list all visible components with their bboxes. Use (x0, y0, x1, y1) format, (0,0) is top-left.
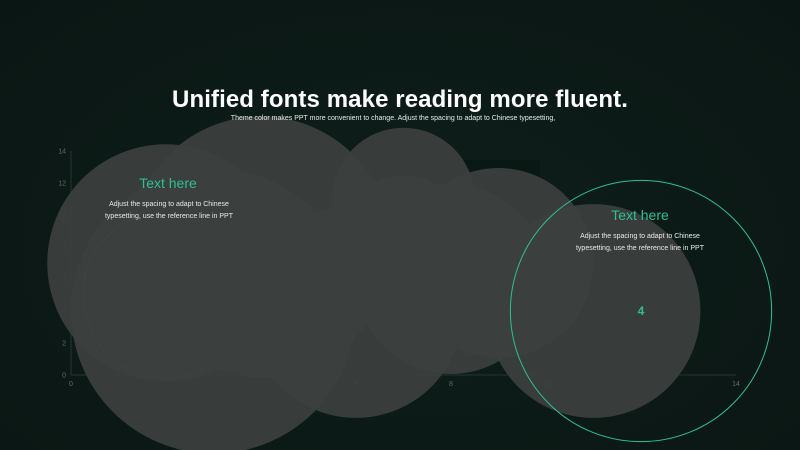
bubble-chart: 0246810121402468101214 54 (47, 116, 773, 450)
y-tick-label: 12 (58, 181, 66, 188)
callout-left-body: Adjust the spacing to adapt to Chinese t… (98, 199, 240, 223)
x-tick-label: 14 (732, 381, 740, 388)
y-tick-label: 0 (62, 373, 66, 380)
bubbles: 54 (47, 116, 773, 450)
x-tick-label: 8 (449, 381, 453, 388)
bubble-label: 4 (638, 304, 645, 318)
callout-right-title: Text here (611, 207, 669, 223)
callout-right-body: Adjust the spacing to adapt to Chinese t… (569, 231, 711, 255)
callout-left-title: Text here (139, 175, 197, 191)
y-tick-label: 14 (58, 149, 66, 156)
callout-right-body-line2: typesetting, use the reference line in P… (575, 245, 705, 252)
y-tick-label: 2 (62, 341, 66, 348)
page-title: Unified fonts make reading more fluent. (172, 86, 628, 113)
callout-left-body-line2: typesetting, use the reference line in P… (104, 213, 234, 220)
slide: 0246810121402468101214 54 Unified fonts … (0, 0, 800, 450)
x-tick-label: 0 (69, 381, 73, 388)
page-subtitle: Theme color makes PPT more convenient to… (230, 115, 556, 122)
callout-left-body-line1: Adjust the spacing to adapt to Chinese (109, 201, 229, 208)
callout-right-body-line1: Adjust the spacing to adapt to Chinese (580, 233, 700, 240)
